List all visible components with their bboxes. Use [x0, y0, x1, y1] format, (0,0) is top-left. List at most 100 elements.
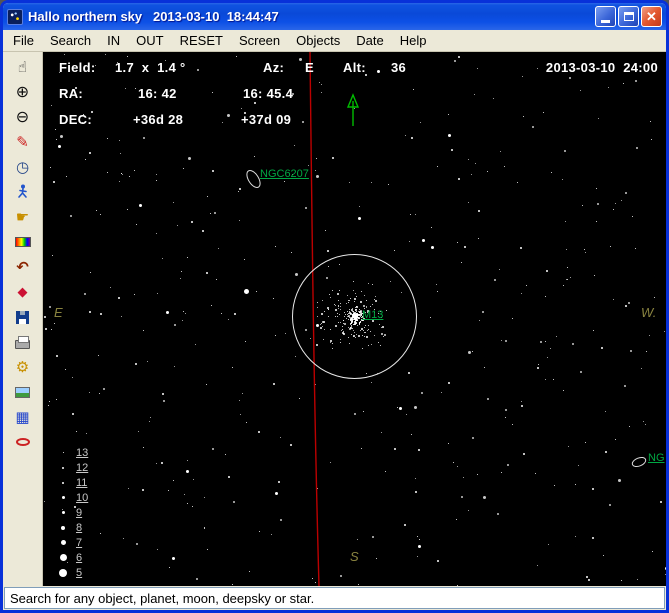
left-toolbar: ☝ ⊕ ⊖ ✎ ◷ ☛ ↶ ◆ ⚙ ▦: [3, 52, 43, 586]
magnitude-label[interactable]: 10: [76, 492, 88, 504]
magnitude-row: 12: [57, 460, 88, 475]
magnitude-label[interactable]: 8: [76, 522, 82, 534]
menu-item-search[interactable]: Search: [42, 31, 99, 50]
clock-button[interactable]: ◷: [8, 155, 38, 179]
magnitude-row: 5: [57, 565, 88, 580]
gem-icon: ◆: [17, 284, 28, 300]
label-m13[interactable]: M13: [362, 309, 383, 321]
main-content: ☝ ⊕ ⊖ ✎ ◷ ☛ ↶ ◆ ⚙ ▦ Field: 1.7 x 1.4 ° A…: [3, 52, 666, 586]
info-line-field: Field: 1.7 x 1.4 ° Az: E Alt: 36 2013-03…: [43, 60, 666, 75]
field-value: 1.7 x 1.4 °: [115, 60, 186, 75]
label-east: E: [54, 305, 63, 320]
minimize-button[interactable]: [595, 6, 616, 27]
search-hint-text: Search for any object, planet, moon, dee…: [10, 590, 315, 606]
save-icon: [16, 310, 29, 324]
settings-button[interactable]: ⚙: [8, 355, 38, 379]
deepsky-button[interactable]: [8, 430, 38, 454]
maximize-button[interactable]: [618, 6, 639, 27]
info-line-ra: RA: 16: 42 16: 45.4: [43, 86, 666, 101]
az-value: E: [305, 60, 314, 75]
az-label: Az:: [263, 60, 285, 75]
menu-item-date[interactable]: Date: [348, 31, 391, 50]
magnitude-label[interactable]: 12: [76, 462, 88, 474]
magnitude-row: 10: [57, 490, 88, 505]
magnitude-label[interactable]: 11: [76, 477, 87, 489]
sky-chart[interactable]: Field: 1.7 x 1.4 ° Az: E Alt: 36 2013-03…: [43, 52, 666, 586]
grid-button[interactable]: ▦: [8, 405, 38, 429]
save-button[interactable]: [8, 305, 38, 329]
pencil-button[interactable]: ✎: [8, 130, 38, 154]
app-icon: [7, 8, 23, 25]
magnitude-row: 8: [57, 520, 88, 535]
undo-button[interactable]: ↶: [8, 255, 38, 279]
magnitude-dot: [61, 525, 65, 530]
walker-icon: [17, 184, 27, 198]
gem-button[interactable]: ◆: [8, 280, 38, 304]
magnitude-dot: [61, 511, 65, 514]
maximize-icon: [623, 12, 634, 21]
print-button[interactable]: [8, 330, 38, 354]
field-label: Field:: [59, 60, 96, 75]
dec-value-2: +37d 09: [241, 112, 292, 127]
window-controls: ✕: [595, 6, 662, 27]
menu-item-objects[interactable]: Objects: [288, 31, 348, 50]
app-window: Hallo northern sky 2013-03-10 18:44:47 ✕…: [0, 0, 669, 613]
label-ngc6207[interactable]: NGC6207: [260, 168, 309, 180]
menu-item-reset[interactable]: RESET: [172, 31, 231, 50]
sky-overlay: [246, 52, 647, 586]
magnitude-dot: [62, 466, 64, 469]
alt-value: 36: [391, 60, 407, 75]
magnitude-dot: [60, 540, 66, 545]
ra-value-1: 16: 42: [138, 86, 177, 101]
gear-icon: ⚙: [15, 357, 30, 376]
zoom-in-icon: ⊕: [15, 82, 30, 101]
spectrum-button[interactable]: [8, 230, 38, 254]
printer-icon: [15, 335, 30, 349]
menu-item-zoom-out[interactable]: OUT: [128, 31, 171, 50]
m13-circle: [292, 254, 417, 379]
animate-button[interactable]: [8, 180, 38, 204]
magnitude-label[interactable]: 13: [76, 447, 88, 459]
ng-ellipse: [631, 456, 647, 468]
pointer-button[interactable]: ☛: [8, 205, 38, 229]
label-west: W.: [641, 305, 657, 320]
magnitude-label[interactable]: 6: [76, 552, 82, 564]
label-ng[interactable]: NG: [648, 452, 665, 464]
pencil-icon: ✎: [16, 132, 29, 151]
meridian-line: [309, 52, 320, 586]
zoom-in-button[interactable]: ⊕: [8, 80, 38, 104]
menu-item-screen[interactable]: Screen: [231, 31, 288, 50]
menu-item-file[interactable]: File: [5, 31, 42, 50]
close-button[interactable]: ✕: [641, 6, 662, 27]
status-bar: Search for any object, planet, moon, dee…: [3, 586, 666, 610]
magnitude-dot: [62, 452, 64, 453]
menu-item-zoom-in[interactable]: IN: [99, 31, 128, 50]
grid-icon: ▦: [15, 407, 30, 426]
window-title: Hallo northern sky 2013-03-10 18:44:47: [28, 9, 279, 24]
image-button[interactable]: [8, 380, 38, 404]
zoom-out-button[interactable]: ⊖: [8, 105, 38, 129]
ellipse-icon: [15, 438, 30, 446]
search-field[interactable]: Search for any object, planet, moon, dee…: [4, 587, 665, 609]
magnitude-dot: [59, 554, 67, 561]
spectrum-ruler-icon: [14, 237, 31, 247]
magnitude-row: 11: [57, 475, 88, 490]
dec-value-1: +36d 28: [133, 112, 184, 127]
info-line-dec: DEC: +36d 28 +37d 09: [43, 112, 666, 127]
image-icon: [15, 386, 30, 398]
magnitude-label[interactable]: 9: [76, 507, 82, 519]
ra-value-2: 16: 45.4: [243, 86, 294, 101]
magnitude-row: 9: [57, 505, 88, 520]
undo-icon: ↶: [16, 257, 29, 276]
magnitude-row: 7: [57, 535, 88, 550]
magnitude-dot: [62, 481, 64, 484]
ra-label: RA:: [59, 86, 84, 101]
title-bar[interactable]: Hallo northern sky 2013-03-10 18:44:47 ✕: [3, 3, 666, 30]
menu-item-help[interactable]: Help: [392, 31, 435, 50]
pan-button[interactable]: ☝: [8, 55, 38, 79]
magnitude-label[interactable]: 5: [76, 567, 82, 579]
magnitude-row: 13: [57, 445, 88, 460]
minimize-icon: [601, 20, 610, 23]
label-south: S: [350, 549, 359, 564]
magnitude-label[interactable]: 7: [76, 537, 82, 549]
